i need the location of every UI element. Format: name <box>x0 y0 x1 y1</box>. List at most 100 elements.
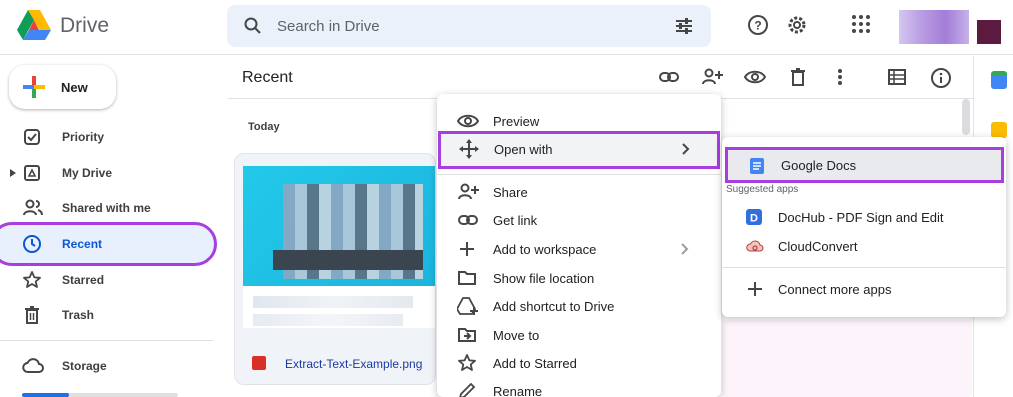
file-name: Extract-Text-Example.png <box>285 357 423 371</box>
avatar[interactable] <box>977 10 1001 44</box>
sidebar-item-label: Trash <box>62 308 95 322</box>
context-menu: Preview Open with Share Get link Add to … <box>437 94 721 397</box>
list-view-icon[interactable] <box>887 67 907 87</box>
more-vert-icon[interactable] <box>832 67 848 87</box>
priority-icon <box>24 129 40 145</box>
sidebar-item-label: Recent <box>62 237 103 251</box>
plus-icon <box>460 242 474 256</box>
search-icon[interactable] <box>243 16 263 36</box>
menu-item-get-link[interactable]: Get link <box>437 206 721 234</box>
submenu-item-cloudconvert[interactable]: CloudConvert <box>722 232 1006 260</box>
plus-icon <box>23 76 45 98</box>
open-with-submenu: Google Docs Suggested apps D DocHub - PD… <box>722 137 1006 317</box>
dochub-icon: D <box>746 209 762 225</box>
sidebar-item-trash[interactable]: Trash <box>0 299 214 331</box>
menu-item-label: Add to Starred <box>493 356 577 371</box>
file-thumbnail <box>243 166 435 328</box>
menu-item-move-to[interactable]: Move to <box>437 321 721 349</box>
keep-icon[interactable] <box>991 122 1007 138</box>
submenu-item-dochub[interactable]: D DocHub - PDF Sign and Edit <box>722 203 1006 231</box>
sidebar-item-storage[interactable]: Storage <box>0 350 214 382</box>
link-icon <box>458 215 478 225</box>
menu-item-add-to-workspace[interactable]: Add to workspace <box>437 235 721 263</box>
eye-icon[interactable] <box>744 67 766 87</box>
app-name: Drive <box>60 14 110 37</box>
scrollbar[interactable] <box>962 99 970 135</box>
eye-icon <box>457 114 479 128</box>
gear-icon[interactable] <box>786 14 808 36</box>
submenu-item-connect-more-apps[interactable]: Connect more apps <box>722 275 1006 303</box>
sidebar-item-shared[interactable]: Shared with me <box>0 192 214 224</box>
plus-icon <box>748 282 762 296</box>
google-docs-icon <box>750 158 764 174</box>
trash-icon[interactable] <box>788 67 808 87</box>
drive-logo-icon[interactable] <box>17 10 51 40</box>
sidebar-item-label: Priority <box>62 130 105 144</box>
menu-item-open-with[interactable]: Open with <box>438 131 720 169</box>
submenu-item-google-docs[interactable]: Google Docs <box>725 147 1004 183</box>
search-bar[interactable] <box>227 5 711 47</box>
suggested-apps-heading: Suggested apps <box>726 184 799 195</box>
link-icon[interactable] <box>658 67 680 87</box>
sidebar-item-priority[interactable]: Priority <box>0 121 214 153</box>
help-icon[interactable]: ? <box>747 14 769 36</box>
menu-divider <box>437 174 721 175</box>
menu-item-label: Move to <box>493 328 540 343</box>
svg-text:?: ? <box>754 19 761 33</box>
shortcut-icon <box>457 297 478 315</box>
my-drive-icon <box>24 165 40 181</box>
chevron-right-icon <box>681 243 689 255</box>
submenu-divider <box>722 267 1006 268</box>
cloud-icon <box>22 358 44 373</box>
search-input[interactable] <box>277 14 657 38</box>
calendar-icon[interactable] <box>991 71 1007 89</box>
page-title: Recent <box>242 69 293 86</box>
info-icon[interactable] <box>930 67 952 89</box>
menu-item-add-shortcut[interactable]: Add shortcut to Drive <box>437 292 721 320</box>
sidebar-item-label: Starred <box>62 273 105 287</box>
new-button[interactable]: New <box>9 65 116 109</box>
star-icon <box>23 271 41 288</box>
search-options-icon[interactable] <box>674 16 694 36</box>
menu-item-label: Add to workspace <box>493 242 597 257</box>
submenu-item-label: CloudConvert <box>778 239 858 254</box>
file-card[interactable]: Extract-Text-Example.png <box>234 153 436 385</box>
menu-item-add-to-starred[interactable]: Add to Starred <box>437 349 721 377</box>
move-icon <box>459 139 479 159</box>
storage-bar <box>22 393 178 397</box>
menu-item-label: Show file location <box>493 271 595 286</box>
sidebar-item-my-drive[interactable]: My Drive <box>0 157 214 189</box>
submenu-item-label: Connect more apps <box>778 282 892 297</box>
menu-item-share[interactable]: Share <box>437 178 721 206</box>
new-button-label: New <box>61 80 88 95</box>
expand-arrow-icon[interactable] <box>9 169 17 177</box>
menu-item-label: Get link <box>493 213 538 228</box>
menu-item-show-file-location[interactable]: Show file location <box>437 264 721 292</box>
person-add-icon <box>458 183 479 200</box>
cloudconvert-icon <box>746 240 764 252</box>
sidebar-item-recent[interactable]: Recent <box>0 228 214 260</box>
folder-icon <box>458 271 476 285</box>
share-icon[interactable] <box>701 67 723 87</box>
menu-item-rename[interactable]: Rename <box>437 377 721 397</box>
menu-item-label: Preview <box>493 114 540 129</box>
move-to-icon <box>458 328 476 342</box>
menu-item-label: Add shortcut to Drive <box>493 299 615 314</box>
trash-icon <box>25 306 39 324</box>
top-bar: Drive ? <box>0 0 1013 55</box>
sidebar-item-starred[interactable]: Starred <box>0 264 214 296</box>
star-icon <box>458 354 476 371</box>
apps-grid-icon[interactable] <box>851 14 871 34</box>
sidebar-divider <box>0 340 213 341</box>
chevron-right-icon <box>682 143 690 155</box>
menu-item-label: Rename <box>493 384 543 397</box>
blurred-background <box>722 320 972 397</box>
image-file-icon <box>252 356 266 370</box>
sidebar-item-label: Shared with me <box>62 201 151 215</box>
submenu-item-label: Google Docs <box>781 158 857 173</box>
shared-icon <box>23 199 43 216</box>
pencil-icon <box>459 382 476 397</box>
submenu-item-label: DocHub - PDF Sign and Edit <box>778 210 944 225</box>
section-heading: Today <box>248 121 280 133</box>
sidebar-item-label: My Drive <box>62 166 113 180</box>
